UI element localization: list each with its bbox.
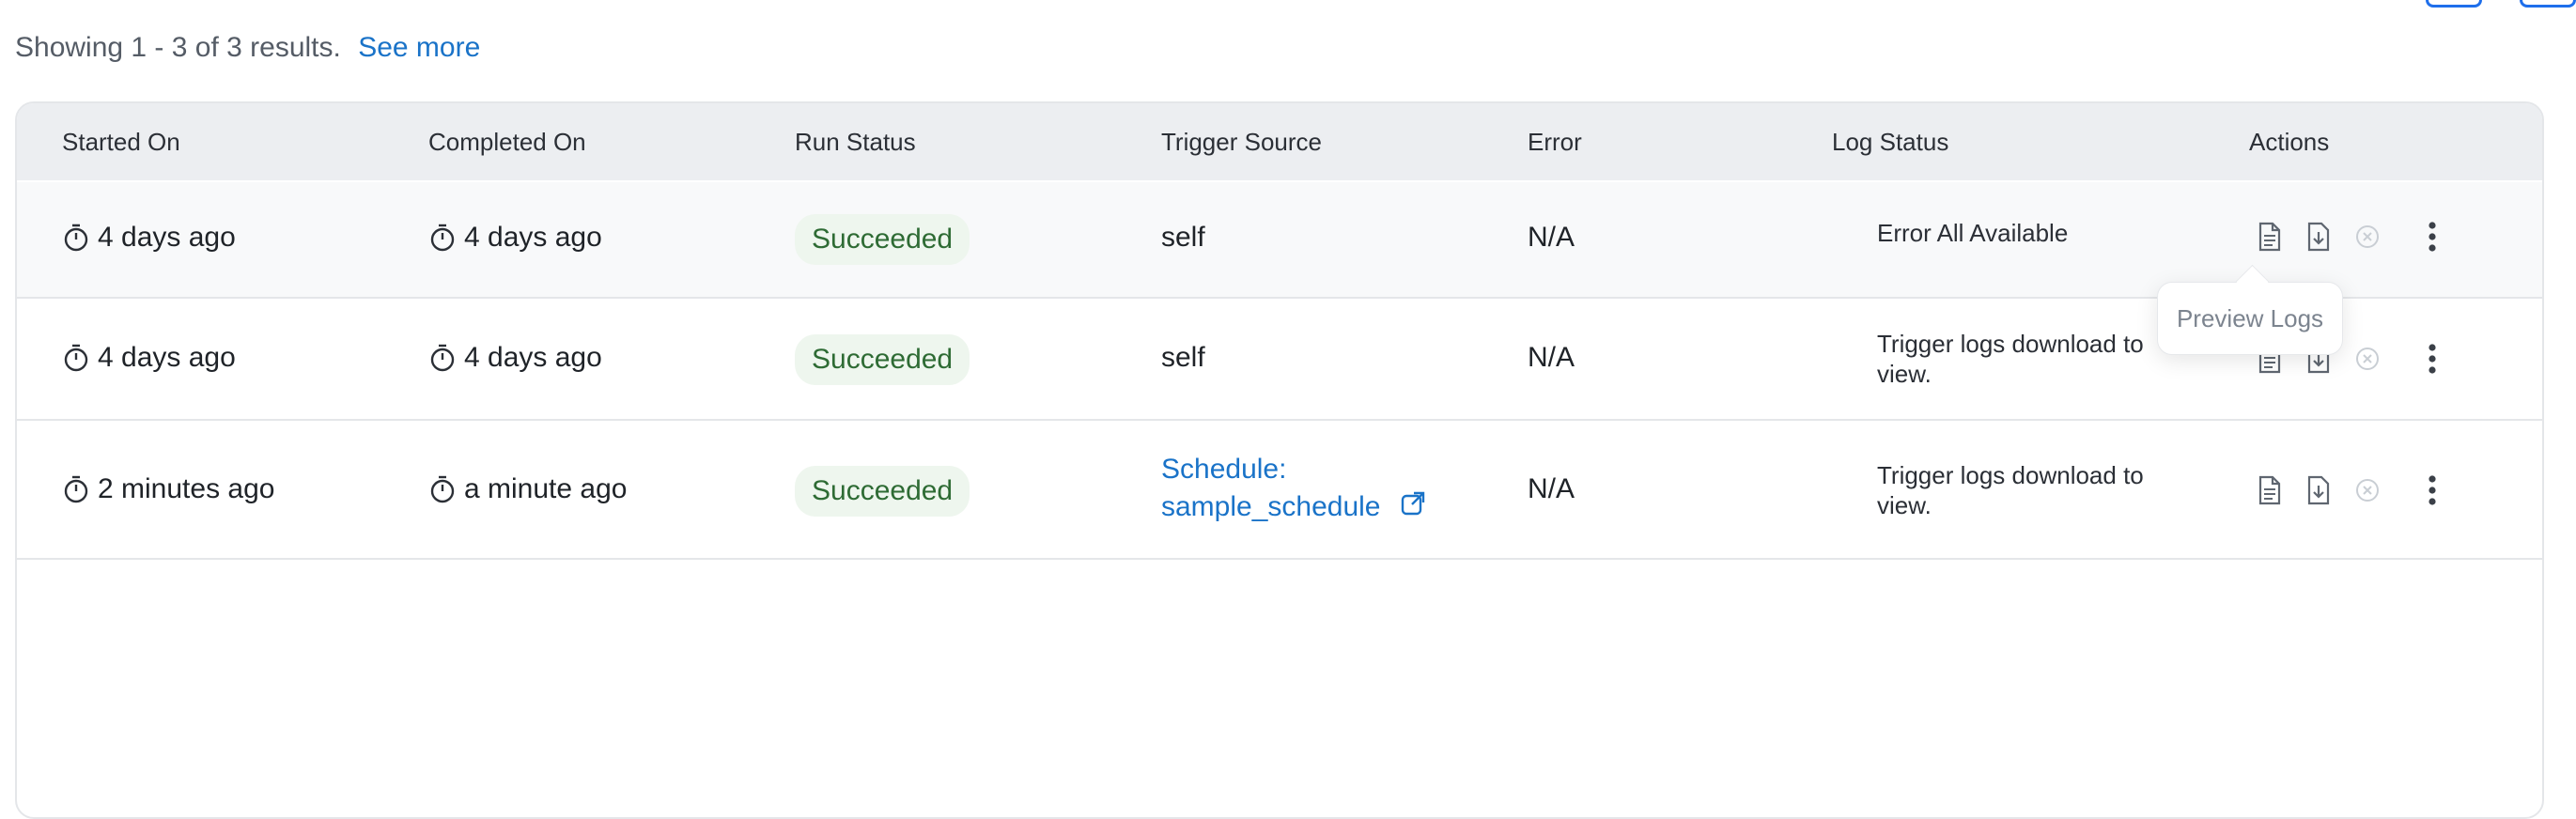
error-text: N/A bbox=[1528, 222, 1575, 253]
schedule-link[interactable]: Schedule: sample_schedule bbox=[1161, 451, 1443, 527]
log-status-text: Trigger logs download to view. bbox=[1877, 330, 2144, 388]
status-badge: Succeeded bbox=[795, 466, 970, 517]
status-badge: Succeeded bbox=[795, 214, 970, 265]
started-on-text: 2 minutes ago bbox=[98, 473, 275, 504]
trigger-source-text: self bbox=[1161, 342, 1205, 373]
run-status-cell: Succeeded bbox=[795, 214, 970, 265]
header-trigger-source: Trigger Source bbox=[1161, 128, 1322, 156]
cancel-circle-icon[interactable] bbox=[2351, 342, 2384, 376]
preview-logs-icon[interactable] bbox=[2253, 473, 2287, 507]
started-on-cell: 2 minutes ago bbox=[62, 473, 274, 505]
log-status-text: Trigger logs download to view. bbox=[1877, 461, 2144, 519]
completed-on-text: 4 days ago bbox=[464, 342, 602, 373]
completed-on-cell: a minute ago bbox=[428, 473, 627, 505]
started-on-cell: 4 days ago bbox=[62, 342, 236, 374]
table-row: 2 minutes ago a minute ago Succeeded Sch… bbox=[17, 421, 2542, 560]
started-on-text: 4 days ago bbox=[98, 222, 236, 253]
header-actions: Actions bbox=[2249, 128, 2330, 156]
cancel-circle-icon[interactable] bbox=[2351, 220, 2384, 254]
stopwatch-icon bbox=[428, 223, 457, 253]
error-text: N/A bbox=[1528, 473, 1575, 504]
run-status-cell: Succeeded bbox=[795, 334, 970, 385]
trigger-source-cell: Schedule: sample_schedule bbox=[1161, 451, 1443, 527]
header-error: Error bbox=[1528, 128, 1582, 156]
preview-logs-tooltip: Preview Logs bbox=[2157, 282, 2343, 355]
download-logs-icon[interactable] bbox=[2302, 473, 2335, 507]
completed-on-cell: 4 days ago bbox=[428, 222, 602, 254]
stopwatch-icon bbox=[62, 343, 90, 373]
results-summary: Showing 1 - 3 of 3 results. See more bbox=[15, 32, 480, 64]
stopwatch-icon bbox=[62, 223, 90, 253]
kebab-menu-icon[interactable] bbox=[2418, 340, 2446, 378]
row-actions bbox=[2253, 471, 2446, 509]
preview-logs-icon[interactable] bbox=[2253, 220, 2287, 254]
stopwatch-icon bbox=[428, 474, 457, 504]
header-started-on: Started On bbox=[62, 128, 180, 156]
error-text: N/A bbox=[1528, 342, 1575, 373]
download-logs-icon[interactable] bbox=[2302, 220, 2335, 254]
header-completed-on: Completed On bbox=[428, 128, 586, 156]
run-status-cell: Succeeded bbox=[795, 466, 970, 517]
completed-on-cell: 4 days ago bbox=[428, 342, 602, 374]
log-status-text: Error All Available bbox=[1877, 219, 2069, 247]
kebab-menu-icon[interactable] bbox=[2418, 218, 2446, 255]
top-controls bbox=[2426, 0, 2576, 8]
completed-on-text: a minute ago bbox=[464, 473, 628, 504]
trigger-source-text: self bbox=[1161, 222, 1205, 253]
kebab-menu-icon[interactable] bbox=[2418, 471, 2446, 509]
cancel-circle-icon[interactable] bbox=[2351, 473, 2384, 507]
stopwatch-icon bbox=[428, 343, 457, 373]
results-count-text: Showing 1 - 3 of 3 results. bbox=[15, 32, 341, 63]
schedule-link-text[interactable]: Schedule: sample_schedule bbox=[1161, 454, 1380, 522]
runs-table: Started On Completed On Run Status Trigg… bbox=[15, 101, 2544, 819]
table-row: 4 days ago 4 days ago Succeeded self N/A… bbox=[17, 182, 2542, 299]
started-on-text: 4 days ago bbox=[98, 342, 236, 373]
table-header: Started On Completed On Run Status Trigg… bbox=[17, 103, 2542, 180]
status-badge: Succeeded bbox=[795, 334, 970, 385]
header-run-status: Run Status bbox=[795, 128, 916, 156]
view-toggle-button-2[interactable] bbox=[2520, 0, 2576, 8]
see-more-link[interactable]: See more bbox=[358, 32, 480, 63]
completed-on-text: 4 days ago bbox=[464, 222, 602, 253]
external-link-icon[interactable] bbox=[1400, 489, 1426, 527]
header-log-status: Log Status bbox=[1832, 128, 1949, 156]
stopwatch-icon bbox=[62, 474, 90, 504]
row-actions bbox=[2253, 218, 2446, 255]
started-on-cell: 4 days ago bbox=[62, 222, 236, 254]
view-toggle-button-1[interactable] bbox=[2426, 0, 2482, 8]
